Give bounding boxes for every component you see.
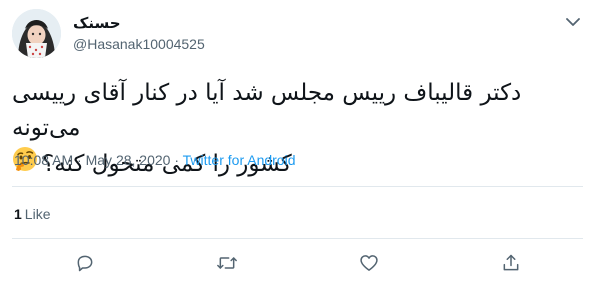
tweet-metadata: 10:08 AM · May 28, 2020 · Twitter for An… <box>14 152 295 168</box>
tweet-time[interactable]: 10:08 AM <box>14 152 73 168</box>
action-bar <box>0 249 595 277</box>
tweet-text-line-1: دکتر قالیباف رییس مجلس شد آیا در کنار آق… <box>12 80 522 141</box>
share-icon[interactable] <box>497 249 525 277</box>
tweet-date[interactable]: May 28, 2020 <box>86 152 171 168</box>
reply-icon[interactable] <box>71 249 99 277</box>
chevron-down-icon[interactable] <box>563 12 583 32</box>
user-handle[interactable]: @Hasanak10004525 <box>73 36 205 52</box>
likes-label: Like <box>24 206 51 222</box>
display-name[interactable]: حسنک <box>73 14 121 32</box>
tweet-card: حسنک @Hasanak10004525 دکتر قالیباف رییس … <box>0 0 595 286</box>
meta-separator: · <box>170 152 183 168</box>
likes-count: 1 <box>14 206 22 222</box>
tweet-source-link[interactable]: Twitter for Android <box>183 152 296 168</box>
divider <box>12 238 583 239</box>
avatar[interactable] <box>12 9 61 58</box>
likes-stat[interactable]: 1 Like <box>14 206 50 222</box>
heart-icon[interactable] <box>355 249 383 277</box>
avatar-image <box>12 9 61 58</box>
meta-separator: · <box>73 152 86 168</box>
retweet-icon[interactable] <box>213 249 241 277</box>
divider <box>12 186 583 187</box>
